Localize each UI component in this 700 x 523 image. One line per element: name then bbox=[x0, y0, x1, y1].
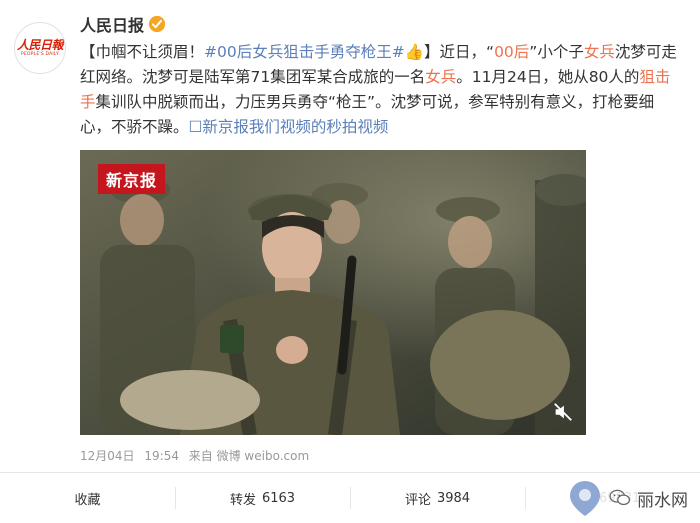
author-header: 人民日报 bbox=[80, 12, 166, 36]
comment-count: 3984 bbox=[436, 490, 471, 506]
post-meta: 12月04日 19:54 来自 微博 weibo.com bbox=[80, 447, 315, 464]
keyword-highlight: 女兵 bbox=[425, 68, 457, 86]
post-date[interactable]: 12月04日 bbox=[80, 449, 135, 463]
comment-label: 评论 bbox=[404, 492, 431, 508]
site-name: 丽水网 bbox=[637, 490, 688, 511]
wechat-icon bbox=[609, 489, 631, 506]
video-player[interactable]: 新京报 bbox=[80, 150, 586, 435]
post-text-segment: 👍】近日，“ bbox=[404, 43, 495, 61]
mute-icon[interactable] bbox=[552, 401, 574, 423]
post-text: 【巾帼不让须眉！#00后女兵狙击手勇夺枪王#👍】近日，“00后”小个子女兵沈梦可… bbox=[80, 40, 680, 140]
favorite-label: 收藏 bbox=[74, 492, 101, 508]
location-pin-icon bbox=[570, 481, 600, 516]
verified-badge-icon bbox=[148, 15, 166, 33]
post-text-segment: 。11月24日，她从80人的 bbox=[456, 68, 640, 86]
favorite-button[interactable]: 收藏 bbox=[0, 473, 175, 523]
media-watermark: 新京报 bbox=[98, 164, 166, 194]
post-text-segment: 【巾帼不让须眉！ bbox=[80, 43, 205, 61]
repost-label: 转发 bbox=[229, 492, 256, 508]
post-link[interactable]: ☐新京报我们视频的秒拍视频 bbox=[189, 118, 389, 136]
comment-button[interactable]: 评论 3984 bbox=[350, 473, 525, 523]
logo-text: 人民日報 bbox=[16, 38, 64, 52]
logo-subtext: PEOPLE'S DAILY bbox=[21, 52, 59, 57]
repost-count: 6163 bbox=[261, 490, 296, 506]
author-name[interactable]: 人民日报 bbox=[80, 12, 144, 36]
post-time: 19:54 bbox=[144, 449, 179, 463]
post-text-segment: ”小个子 bbox=[529, 43, 584, 61]
post-source: 来自 微博 weibo.com bbox=[188, 449, 310, 463]
site-watermark: 丽水网 bbox=[565, 478, 688, 518]
keyword-highlight: 女兵 bbox=[583, 43, 615, 61]
keyword-highlight: 00后 bbox=[494, 43, 530, 61]
repost-button[interactable]: 转发 6163 bbox=[175, 473, 350, 523]
author-avatar[interactable]: 人民日報 PEOPLE'S DAILY bbox=[14, 22, 66, 74]
post-link[interactable]: #00后女兵狙击手勇夺枪王# bbox=[204, 43, 405, 61]
